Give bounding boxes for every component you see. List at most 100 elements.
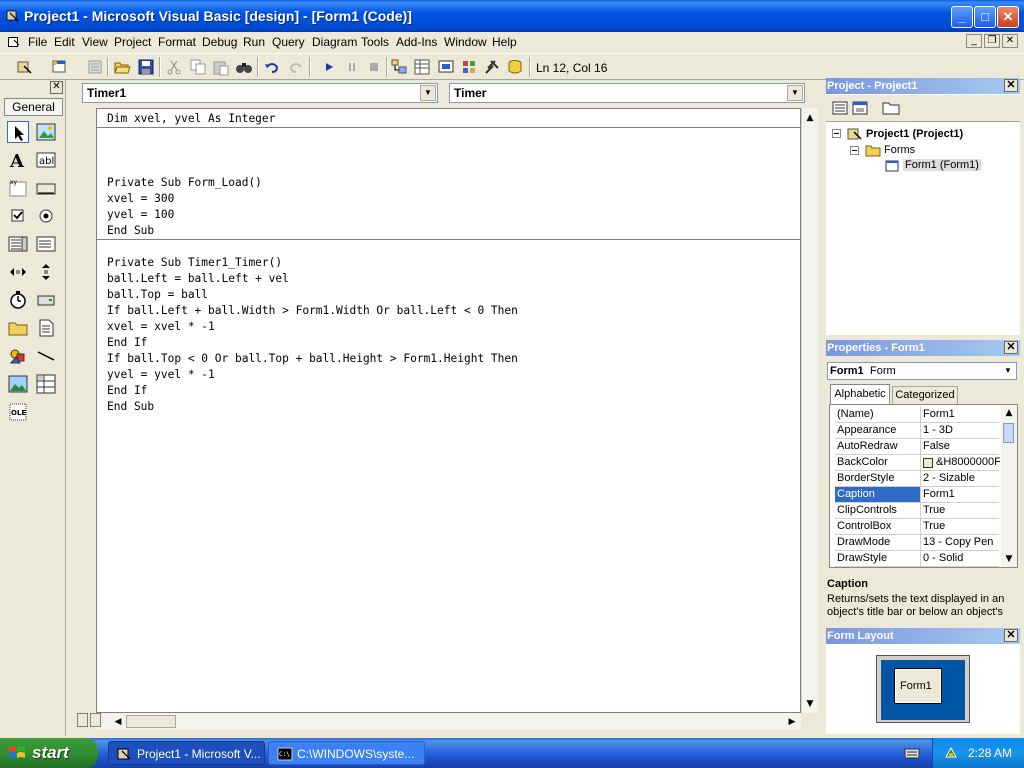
toolbox-icon[interactable] bbox=[483, 58, 501, 76]
property-value[interactable]: Form1 bbox=[923, 488, 1001, 500]
property-value[interactable]: &H8000000F bbox=[936, 456, 1000, 468]
code-window-icon[interactable] bbox=[8, 36, 20, 48]
maximize-button[interactable]: □ bbox=[974, 6, 996, 28]
collapse-icon[interactable] bbox=[832, 129, 841, 138]
close-icon[interactable]: ✕ bbox=[1004, 629, 1018, 642]
code-vertical-scrollbar[interactable]: ▲ ▼ bbox=[801, 108, 818, 713]
property-value[interactable]: True bbox=[923, 504, 1001, 516]
menu-file[interactable]: File bbox=[28, 35, 47, 49]
property-row[interactable]: ControlBox True bbox=[835, 519, 999, 535]
paste-icon[interactable] bbox=[212, 58, 230, 76]
property-value[interactable]: True bbox=[923, 520, 1001, 532]
add-form-icon[interactable] bbox=[50, 58, 68, 76]
data-view-icon[interactable] bbox=[506, 58, 524, 76]
scroll-thumb[interactable] bbox=[126, 715, 176, 728]
tab-categorized[interactable]: Categorized bbox=[892, 386, 958, 404]
taskbar-button-cmd[interactable]: C:\ C:\WINDOWS\syste... bbox=[268, 741, 425, 765]
hscrollbar-tool-icon[interactable] bbox=[7, 261, 29, 283]
property-row[interactable]: BackColor &H8000000F bbox=[835, 455, 1000, 471]
scroll-down-icon[interactable]: ▼ bbox=[1001, 551, 1017, 567]
cut-icon[interactable] bbox=[165, 58, 183, 76]
property-row[interactable]: DrawStyle 0 - Solid bbox=[835, 551, 999, 567]
menu-add-ins[interactable]: Add-Ins bbox=[396, 35, 437, 49]
full-module-view-button[interactable] bbox=[90, 713, 101, 727]
toggle-folders-icon[interactable] bbox=[882, 100, 900, 116]
object-combo[interactable]: Timer1 ▼ bbox=[82, 83, 438, 103]
drivelistbox-tool-icon[interactable] bbox=[35, 289, 57, 311]
filelistbox-tool-icon[interactable] bbox=[35, 317, 57, 339]
mdi-close-button[interactable]: ✕ bbox=[1002, 34, 1018, 48]
view-object-icon[interactable] bbox=[852, 100, 868, 116]
object-selector[interactable]: Form1 Form ▼ bbox=[827, 362, 1017, 380]
combobox-tool-icon[interactable] bbox=[7, 233, 29, 255]
menu-view[interactable]: View bbox=[82, 35, 108, 49]
property-row[interactable]: AutoRedraw False bbox=[835, 439, 999, 455]
keyboard-icon[interactable] bbox=[904, 746, 920, 760]
properties-window-icon[interactable] bbox=[413, 58, 431, 76]
optionbutton-tool-icon[interactable] bbox=[35, 205, 57, 227]
mdi-minimize-button[interactable]: _ bbox=[966, 34, 982, 48]
textbox-tool-icon[interactable]: abl bbox=[35, 149, 57, 171]
label-tool-icon[interactable]: A bbox=[7, 149, 29, 172]
image-tool-icon[interactable] bbox=[7, 373, 29, 395]
listbox-tool-icon[interactable] bbox=[35, 233, 57, 255]
picturebox-tool-icon[interactable] bbox=[35, 121, 57, 143]
find-icon[interactable] bbox=[235, 58, 253, 76]
menu-diagram[interactable]: Diagram bbox=[312, 35, 357, 49]
property-row[interactable]: BorderStyle 2 - Sizable bbox=[835, 471, 999, 487]
undo-icon[interactable] bbox=[263, 58, 281, 76]
start-button[interactable]: start bbox=[0, 738, 98, 768]
property-row[interactable]: DrawMode 13 - Copy Pen bbox=[835, 535, 999, 551]
menu-editor-icon[interactable] bbox=[86, 58, 104, 76]
property-value[interactable]: 0 - Solid bbox=[923, 552, 1001, 564]
redo-icon[interactable] bbox=[287, 58, 305, 76]
open-project-icon[interactable] bbox=[113, 58, 131, 76]
property-row[interactable]: ClipControls True bbox=[835, 503, 999, 519]
scroll-thumb[interactable] bbox=[1003, 423, 1014, 443]
menu-run[interactable]: Run bbox=[243, 35, 265, 49]
menu-project[interactable]: Project bbox=[114, 35, 151, 49]
copy-icon[interactable] bbox=[189, 58, 207, 76]
add-project-icon[interactable] bbox=[16, 58, 34, 76]
tree-forms-folder[interactable]: Forms bbox=[884, 144, 915, 156]
scroll-up-icon[interactable]: ▲ bbox=[1001, 405, 1017, 421]
menu-help[interactable]: Help bbox=[492, 35, 517, 49]
property-row[interactable]: (Name) Form1 bbox=[835, 407, 999, 423]
frame-tool-icon[interactable]: xy bbox=[7, 177, 29, 199]
menu-window[interactable]: Window bbox=[444, 35, 487, 49]
code-editor[interactable]: Dim xvel, yvel As Integer Private Sub Fo… bbox=[96, 108, 801, 713]
dirlistbox-tool-icon[interactable] bbox=[7, 317, 29, 339]
start-icon[interactable] bbox=[320, 58, 338, 76]
form-preview[interactable]: Form1 bbox=[894, 668, 942, 704]
tree-form1-node[interactable]: Form1 (Form1) bbox=[903, 159, 981, 171]
mdi-restore-button[interactable]: ❐ bbox=[984, 34, 1000, 48]
menu-debug[interactable]: Debug bbox=[202, 35, 237, 49]
break-icon[interactable] bbox=[343, 58, 361, 76]
menu-format[interactable]: Format bbox=[158, 35, 196, 49]
toolbox-close-button[interactable]: ✕ bbox=[50, 81, 63, 94]
commandbutton-tool-icon[interactable] bbox=[35, 177, 57, 199]
minimize-button[interactable]: _ bbox=[951, 6, 973, 28]
project-explorer-icon[interactable] bbox=[390, 58, 408, 76]
close-button[interactable]: ✕ bbox=[997, 6, 1019, 28]
network-icon[interactable] bbox=[943, 745, 959, 761]
menu-tools[interactable]: Tools bbox=[361, 35, 389, 49]
tree-project-node[interactable]: Project1 (Project1) bbox=[866, 128, 963, 140]
ole-tool-icon[interactable]: OLE bbox=[7, 401, 29, 423]
chevron-down-icon[interactable]: ▼ bbox=[420, 85, 436, 101]
close-icon[interactable]: ✕ bbox=[1004, 79, 1018, 92]
tab-alphabetic[interactable]: Alphabetic bbox=[830, 384, 890, 404]
data-tool-icon[interactable] bbox=[35, 373, 57, 395]
menu-query[interactable]: Query bbox=[272, 35, 305, 49]
checkbox-tool-icon[interactable] bbox=[7, 205, 29, 227]
procedure-combo[interactable]: Timer ▼ bbox=[449, 83, 805, 103]
property-row-selected[interactable]: Caption Form1 bbox=[835, 487, 999, 503]
save-project-icon[interactable] bbox=[137, 58, 155, 76]
collapse-icon[interactable] bbox=[850, 146, 859, 155]
property-value[interactable]: Form1 bbox=[923, 408, 1001, 420]
shape-tool-icon[interactable] bbox=[7, 345, 29, 367]
scroll-left-icon[interactable]: ◀ bbox=[110, 714, 126, 730]
menu-edit[interactable]: Edit bbox=[54, 35, 75, 49]
close-icon[interactable]: ✕ bbox=[1004, 341, 1018, 354]
taskbar-button-vb[interactable]: Project1 - Microsoft V... bbox=[108, 741, 265, 765]
